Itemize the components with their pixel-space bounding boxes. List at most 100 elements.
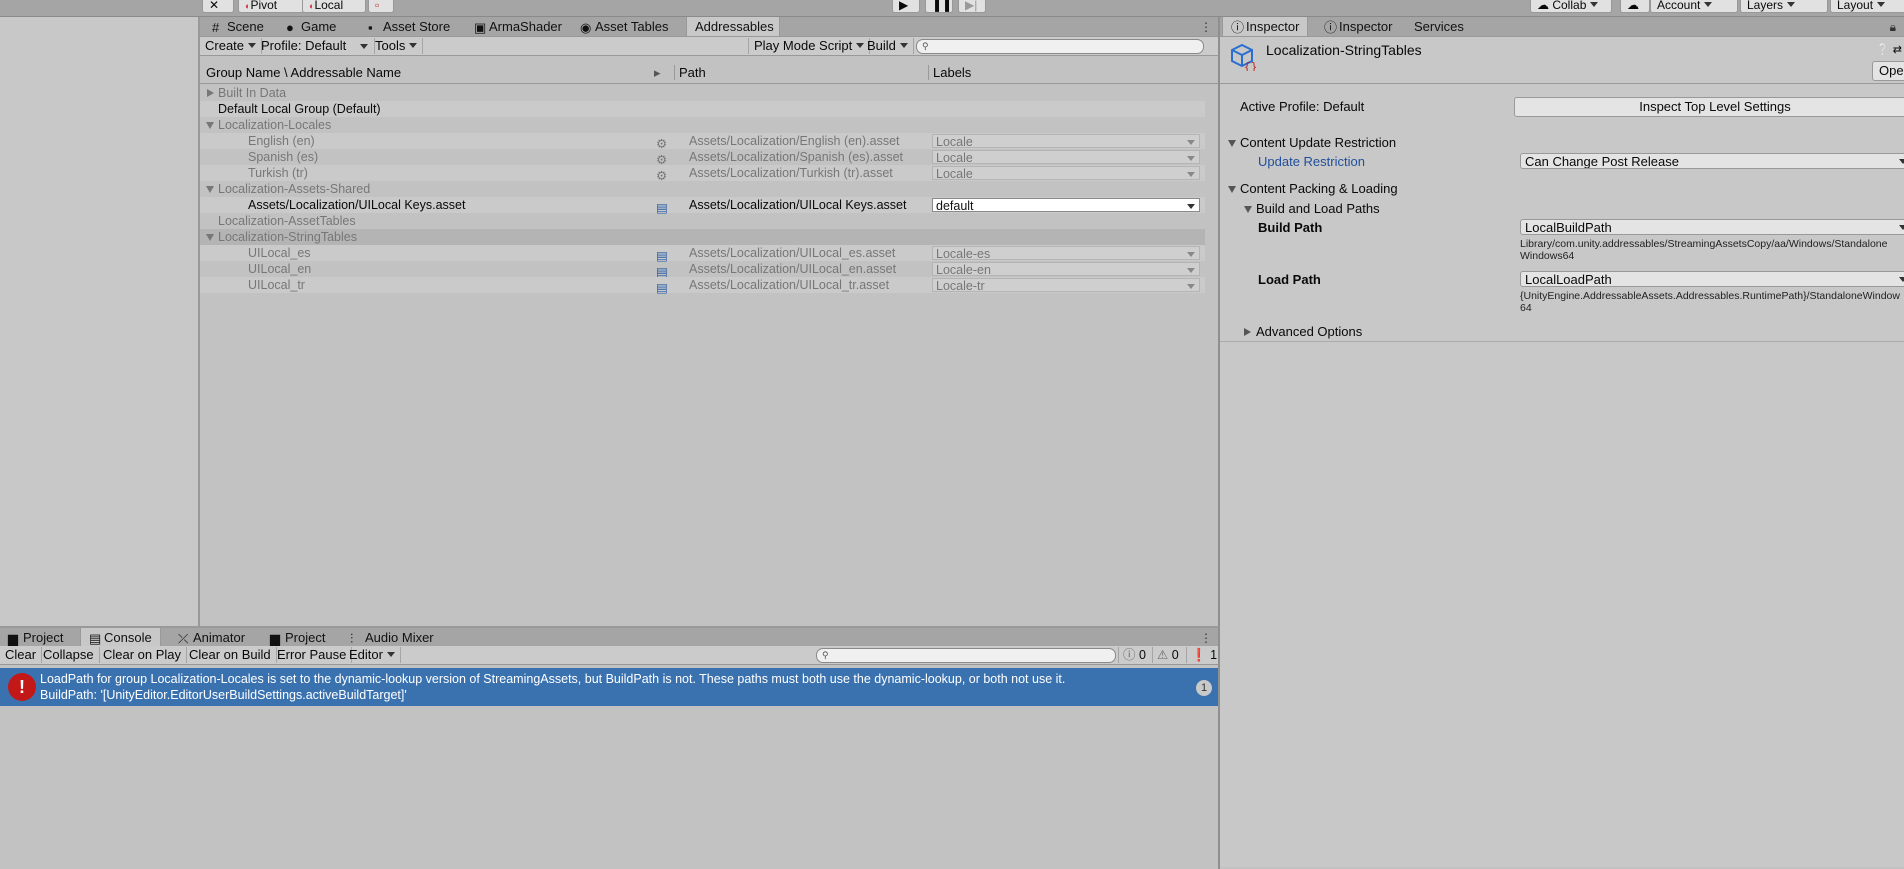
table-icon: ◉ <box>580 20 592 35</box>
advanced-options-foldout[interactable]: Advanced Options <box>1244 324 1362 339</box>
content-packing-foldout[interactable]: Content Packing & Loading <box>1228 181 1398 196</box>
editor-dropdown[interactable]: Editor <box>344 647 401 663</box>
tab-asset-store[interactable]: ▪ Asset Store <box>360 17 458 36</box>
labels-column-header[interactable]: Labels <box>928 65 971 80</box>
collapse-arrow-icon[interactable] <box>206 186 214 193</box>
lock-icon[interactable]: 🔒︎ <box>1890 20 1896 35</box>
cloud-button[interactable]: ☁ <box>1620 0 1650 13</box>
clear-on-build-button[interactable]: Clear on Build <box>184 647 277 663</box>
collapse-arrow-icon[interactable] <box>206 122 214 129</box>
collapse-button[interactable]: Collapse <box>38 647 100 663</box>
chevron-down-icon <box>1899 225 1904 230</box>
pivot-button[interactable]: ◐Pivot <box>238 0 304 13</box>
group-row-assets-shared[interactable]: Localization-Assets-Shared <box>200 181 1205 197</box>
labels-dropdown[interactable]: default <box>932 198 1200 213</box>
entry-row-english[interactable]: English (en) ⚙ Assets/Localization/Engli… <box>200 133 1205 151</box>
snap-button[interactable]: ▫ <box>368 0 394 13</box>
more-options-icon[interactable]: ⋮ <box>1200 631 1212 645</box>
content-update-restriction-foldout[interactable]: Content Update Restriction <box>1228 135 1396 150</box>
account-dropdown[interactable]: Account <box>1650 0 1738 13</box>
collab-dropdown[interactable]: ☁ Collab <box>1530 0 1612 13</box>
divider <box>1220 341 1904 342</box>
warning-count-toggle[interactable]: ⚠ 0 <box>1152 647 1183 663</box>
icon-column-header: ▸ <box>654 65 661 80</box>
labels-dropdown[interactable]: Locale <box>932 150 1200 165</box>
tab-project-2[interactable]: ▆ Project <box>262 628 333 647</box>
update-restriction-label: Update Restriction <box>1258 154 1365 169</box>
play-mode-script-dropdown[interactable]: Play Mode Script <box>748 38 871 54</box>
string-table-icon: ▤ <box>656 249 668 263</box>
tab-console[interactable]: ▤ Console <box>80 628 161 647</box>
load-path-dropdown[interactable]: LocalLoadPath <box>1520 271 1904 287</box>
build-dropdown[interactable]: Build <box>862 38 914 54</box>
layout-dropdown[interactable]: Layout <box>1830 0 1904 13</box>
locale-asset-icon: ⚙ <box>656 137 668 151</box>
string-table-icon: ▤ <box>656 265 668 279</box>
tab-inspector[interactable]: ⓘ Inspector <box>1222 17 1309 36</box>
tab-armashader[interactable]: ▣ ArmaShader <box>466 17 570 36</box>
clear-on-play-button[interactable]: Clear on Play <box>98 647 188 663</box>
entry-row-uilocal-keys[interactable]: Assets/Localization/UILocal Keys.asset ▤… <box>200 197 1205 215</box>
labels-dropdown[interactable]: Locale-tr <box>932 278 1200 293</box>
tab-services[interactable]: Services <box>1406 17 1472 36</box>
locale-asset-icon: ⚙ <box>656 169 668 183</box>
shared-table-icon: ▤ <box>656 201 668 215</box>
help-icon[interactable]: ❔ ⇄ <box>1876 43 1902 56</box>
pause-button[interactable]: ❚❚ <box>925 0 953 13</box>
tools-dropdown[interactable]: Tools <box>370 38 424 54</box>
load-path-label: Load Path <box>1258 272 1321 287</box>
chevron-down-icon <box>899 43 908 48</box>
center-tab-strip: # Scene ● Game ▪ Asset Store ▣ ArmaShader ◉ A… <box>200 17 1218 37</box>
update-restriction-dropdown[interactable]: Can Change Post Release <box>1520 153 1904 169</box>
group-row-asset-tables[interactable]: Localization-AssetTables <box>200 213 1205 229</box>
profile-dropdown[interactable]: Profile: Default <box>256 38 375 54</box>
tab-addressables[interactable]: Addressables <box>686 17 780 36</box>
labels-dropdown[interactable]: Locale-en <box>932 262 1200 277</box>
log-count-toggle[interactable]: ⓘ 0 <box>1118 647 1150 663</box>
entry-row-uilocal-en[interactable]: UILocal_en ▤ Assets/Localization/UILocal… <box>200 261 1205 279</box>
group-row-default-local[interactable]: Default Local Group (Default) <box>200 101 1205 117</box>
name-column-header[interactable]: Group Name \ Addressable Name <box>206 65 401 80</box>
layers-dropdown[interactable]: Layers <box>1740 0 1828 13</box>
addressables-search-input[interactable]: ⚲ <box>916 39 1204 54</box>
info-icon: ⓘ <box>1123 648 1136 662</box>
entry-row-uilocal-tr[interactable]: UILocal_tr ▤ Assets/Localization/UILocal… <box>200 277 1205 295</box>
local-button[interactable]: ◐Local <box>302 0 366 13</box>
labels-dropdown[interactable]: Locale <box>932 166 1200 181</box>
entry-row-uilocal-es[interactable]: UILocal_es ▤ Assets/Localization/UILocal… <box>200 245 1205 263</box>
error-count-toggle[interactable]: ❗ 1 <box>1186 647 1221 663</box>
clear-button[interactable]: Clear <box>0 647 43 663</box>
group-row-localization-locales[interactable]: Localization-Locales <box>200 117 1205 133</box>
tab-scene[interactable]: # Scene <box>204 17 272 36</box>
more-options-icon[interactable]: ⋮ <box>1200 20 1212 34</box>
play-button[interactable]: ▶ <box>892 0 920 13</box>
tool-button[interactable]: ✕ <box>202 0 234 13</box>
labels-dropdown[interactable]: Locale <box>932 134 1200 149</box>
tab-inspector-2[interactable]: ⓘ Inspector <box>1316 17 1400 36</box>
build-path-dropdown[interactable]: LocalBuildPath <box>1520 219 1904 235</box>
collapse-arrow-icon[interactable] <box>206 234 214 241</box>
search-icon: ⚲ <box>822 650 829 660</box>
step-button[interactable]: ▶| <box>958 0 986 13</box>
build-load-paths-foldout[interactable]: Build and Load Paths <box>1244 201 1380 216</box>
tab-project[interactable]: ▆ Project <box>0 628 71 647</box>
tab-asset-tables[interactable]: ◉ Asset Tables <box>572 17 676 36</box>
open-button[interactable]: Open <box>1872 61 1904 81</box>
bottom-tab-strip: ▆ Project ▤ Console ⤫ Animator ▆ Project ⫶ Au… <box>0 628 1218 648</box>
group-row-built-in-data[interactable]: Built In Data <box>200 85 1205 101</box>
tab-animator[interactable]: ⤫ Animator <box>170 628 253 647</box>
labels-dropdown[interactable]: Locale-es <box>932 246 1200 261</box>
tab-audio-mixer[interactable]: ⫶ Audio Mixer <box>342 628 442 647</box>
entry-row-spanish[interactable]: Spanish (es) ⚙ Assets/Localization/Spani… <box>200 149 1205 167</box>
expand-arrow-icon[interactable] <box>207 89 214 97</box>
path-column-header[interactable]: Path <box>674 65 706 80</box>
create-dropdown[interactable]: Create <box>200 38 263 54</box>
store-icon: ▪ <box>368 20 373 35</box>
error-pause-button[interactable]: Error Pause <box>272 647 353 663</box>
console-search-input[interactable]: ⚲ <box>816 648 1116 663</box>
group-row-string-tables[interactable]: Localization-StringTables <box>200 229 1205 245</box>
console-entry[interactable]: ! LoadPath for group Localization-Locale… <box>0 668 1218 706</box>
tab-game[interactable]: ● Game <box>278 17 344 36</box>
entry-row-turkish[interactable]: Turkish (tr) ⚙ Assets/Localization/Turki… <box>200 165 1205 183</box>
inspect-top-level-settings-button[interactable]: Inspect Top Level Settings <box>1514 97 1904 117</box>
